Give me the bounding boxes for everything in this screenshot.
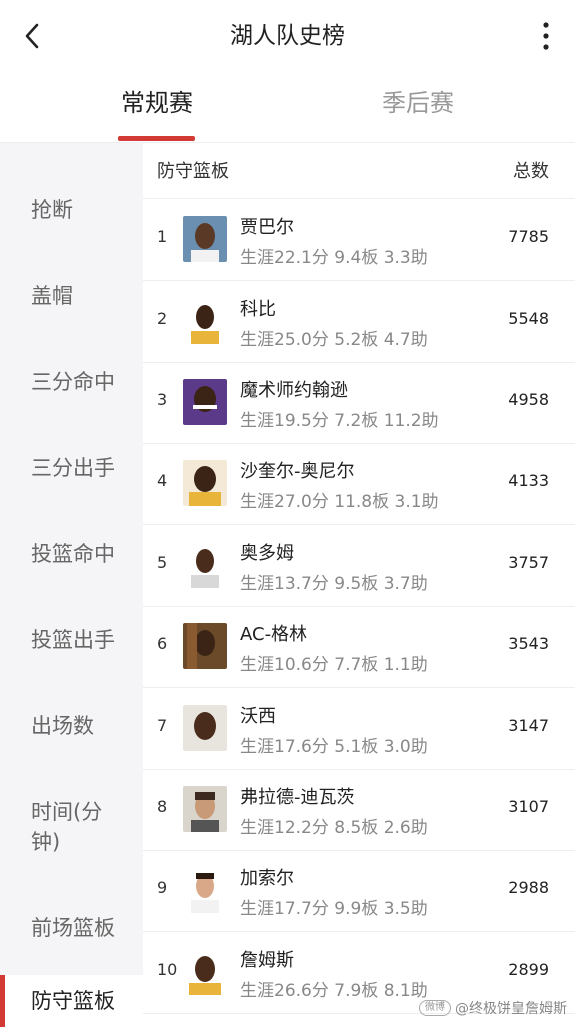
- sidebar-item-fg-attempts[interactable]: 投篮出手: [0, 625, 143, 655]
- player-career-stats: 生涯25.0分 5.2板 4.7助: [240, 325, 428, 350]
- player-career-stats: 生涯12.2分 8.5板 2.6助: [240, 813, 428, 838]
- top-bar: 湖人队史榜: [0, 0, 575, 72]
- tab-regular-season[interactable]: 常规赛: [57, 72, 257, 142]
- season-tabs: 常规赛 季后赛: [0, 72, 575, 142]
- player-career-stats: 生涯13.7分 9.5板 3.7助: [240, 569, 428, 594]
- table-row[interactable]: 8 弗拉德-迪瓦茨 生涯12.2分 8.5板 2.6助 3107: [143, 769, 575, 851]
- player-name: 贾巴尔: [240, 213, 294, 239]
- rank: 9: [157, 878, 181, 897]
- stat-total: 2988: [508, 878, 549, 897]
- stat-total: 7785: [508, 227, 549, 246]
- sidebar-item-games-played[interactable]: 出场数: [0, 711, 143, 741]
- table-row[interactable]: 1 贾巴尔 生涯22.1分 9.4板 3.3助 7785: [143, 199, 575, 281]
- stat-column-title: 防守篮板: [157, 157, 229, 183]
- stat-total: 5548: [508, 309, 549, 328]
- stat-total: 3107: [508, 797, 549, 816]
- player-name: 加索尔: [240, 864, 294, 890]
- player-avatar: [183, 786, 227, 832]
- player-career-stats: 生涯22.1分 9.4板 3.3助: [240, 243, 428, 268]
- sidebar-item-fg-made[interactable]: 投篮命中: [0, 539, 143, 569]
- leaderboard: 防守篮板 总数 1 贾巴尔 生涯22.1分 9.4板 3.3助 7785 2 科…: [143, 143, 575, 1024]
- table-row[interactable]: 3 魔术师约翰逊 生涯19.5分 7.2板 11.2助 4958: [143, 362, 575, 444]
- stat-total: 3757: [508, 553, 549, 572]
- player-name: 魔术师约翰逊: [240, 376, 348, 402]
- sidebar-item-blocks[interactable]: 盖帽: [0, 281, 143, 311]
- player-career-stats: 生涯19.5分 7.2板 11.2助: [240, 406, 439, 431]
- rank: 6: [157, 634, 181, 653]
- stat-total: 4958: [508, 390, 549, 409]
- player-avatar: [183, 216, 227, 262]
- list-header: 防守篮板 总数: [143, 143, 575, 199]
- table-row[interactable]: 5 奥多姆 生涯13.7分 9.5板 3.7助 3757: [143, 525, 575, 607]
- player-career-stats: 生涯26.6分 7.9板 8.1助: [240, 976, 428, 1001]
- stat-total: 3147: [508, 716, 549, 735]
- stat-total: 2899: [508, 960, 549, 979]
- player-name: 弗拉德-迪瓦茨: [240, 783, 355, 809]
- sidebar-item-minutes[interactable]: 时间(分钟): [0, 797, 110, 857]
- rank: 2: [157, 309, 181, 328]
- page-title: 湖人队史榜: [0, 18, 575, 54]
- more-vertical-icon: [542, 21, 550, 51]
- player-avatar: [183, 867, 227, 913]
- watermark-text: @终极饼皇詹姆斯: [455, 998, 567, 1018]
- player-avatar: [183, 460, 227, 506]
- player-career-stats: 生涯17.7分 9.9板 3.5助: [240, 894, 428, 919]
- sidebar-item-label: 防守篮板: [31, 989, 115, 1013]
- stat-total: 4133: [508, 471, 549, 490]
- tab-playoffs[interactable]: 季后赛: [318, 72, 518, 142]
- player-avatar: [183, 298, 227, 344]
- table-row[interactable]: 7 沃西 生涯17.6分 5.1板 3.0助 3147: [143, 688, 575, 770]
- player-name: 科比: [240, 295, 276, 321]
- player-avatar: [183, 542, 227, 588]
- sidebar-item-offensive-rebounds[interactable]: 前场篮板: [0, 913, 143, 943]
- rank: 1: [157, 227, 181, 246]
- weibo-logo: 微博: [419, 1000, 451, 1016]
- rank: 5: [157, 553, 181, 572]
- rank: 10: [157, 960, 181, 979]
- rank: 4: [157, 471, 181, 490]
- stat-category-sidebar: 抢断 盖帽 三分命中 三分出手 投篮命中 投篮出手 出场数 时间(分钟) 前场篮…: [0, 143, 143, 1024]
- table-row[interactable]: 9 加索尔 生涯17.7分 9.9板 3.5助 2988: [143, 850, 575, 932]
- player-name: 奥多姆: [240, 539, 294, 565]
- active-item-indicator: [0, 975, 5, 1027]
- sidebar-item-steals[interactable]: 抢断: [0, 195, 143, 225]
- watermark: 微博 @终极饼皇詹姆斯: [419, 998, 567, 1018]
- active-tab-indicator: [118, 136, 195, 141]
- player-name: 沙奎尔-奥尼尔: [240, 457, 355, 483]
- player-career-stats: 生涯17.6分 5.1板 3.0助: [240, 732, 428, 757]
- player-name: AC-格林: [240, 620, 307, 646]
- sidebar-item-defensive-rebounds[interactable]: 防守篮板: [0, 975, 143, 1027]
- rank: 8: [157, 797, 181, 816]
- player-avatar: [183, 705, 227, 751]
- rank: 7: [157, 716, 181, 735]
- table-row[interactable]: 4 沙奎尔-奥尼尔 生涯27.0分 11.8板 3.1助 4133: [143, 443, 575, 525]
- rank: 3: [157, 390, 181, 409]
- sidebar-item-3pt-attempts[interactable]: 三分出手: [0, 453, 143, 483]
- stat-total: 3543: [508, 634, 549, 653]
- player-career-stats: 生涯27.0分 11.8板 3.1助: [240, 487, 439, 512]
- player-name: 沃西: [240, 702, 276, 728]
- player-career-stats: 生涯10.6分 7.7板 1.1助: [240, 650, 428, 675]
- player-avatar: [183, 623, 227, 669]
- sidebar-item-3pt-made[interactable]: 三分命中: [0, 367, 143, 397]
- table-row[interactable]: 6 AC-格林 生涯10.6分 7.7板 1.1助 3543: [143, 606, 575, 688]
- total-column-title: 总数: [513, 157, 549, 183]
- table-row[interactable]: 2 科比 生涯25.0分 5.2板 4.7助 5548: [143, 281, 575, 363]
- player-avatar: [183, 949, 227, 995]
- player-avatar: [183, 379, 227, 425]
- more-button[interactable]: [531, 18, 561, 54]
- player-name: 詹姆斯: [240, 946, 294, 972]
